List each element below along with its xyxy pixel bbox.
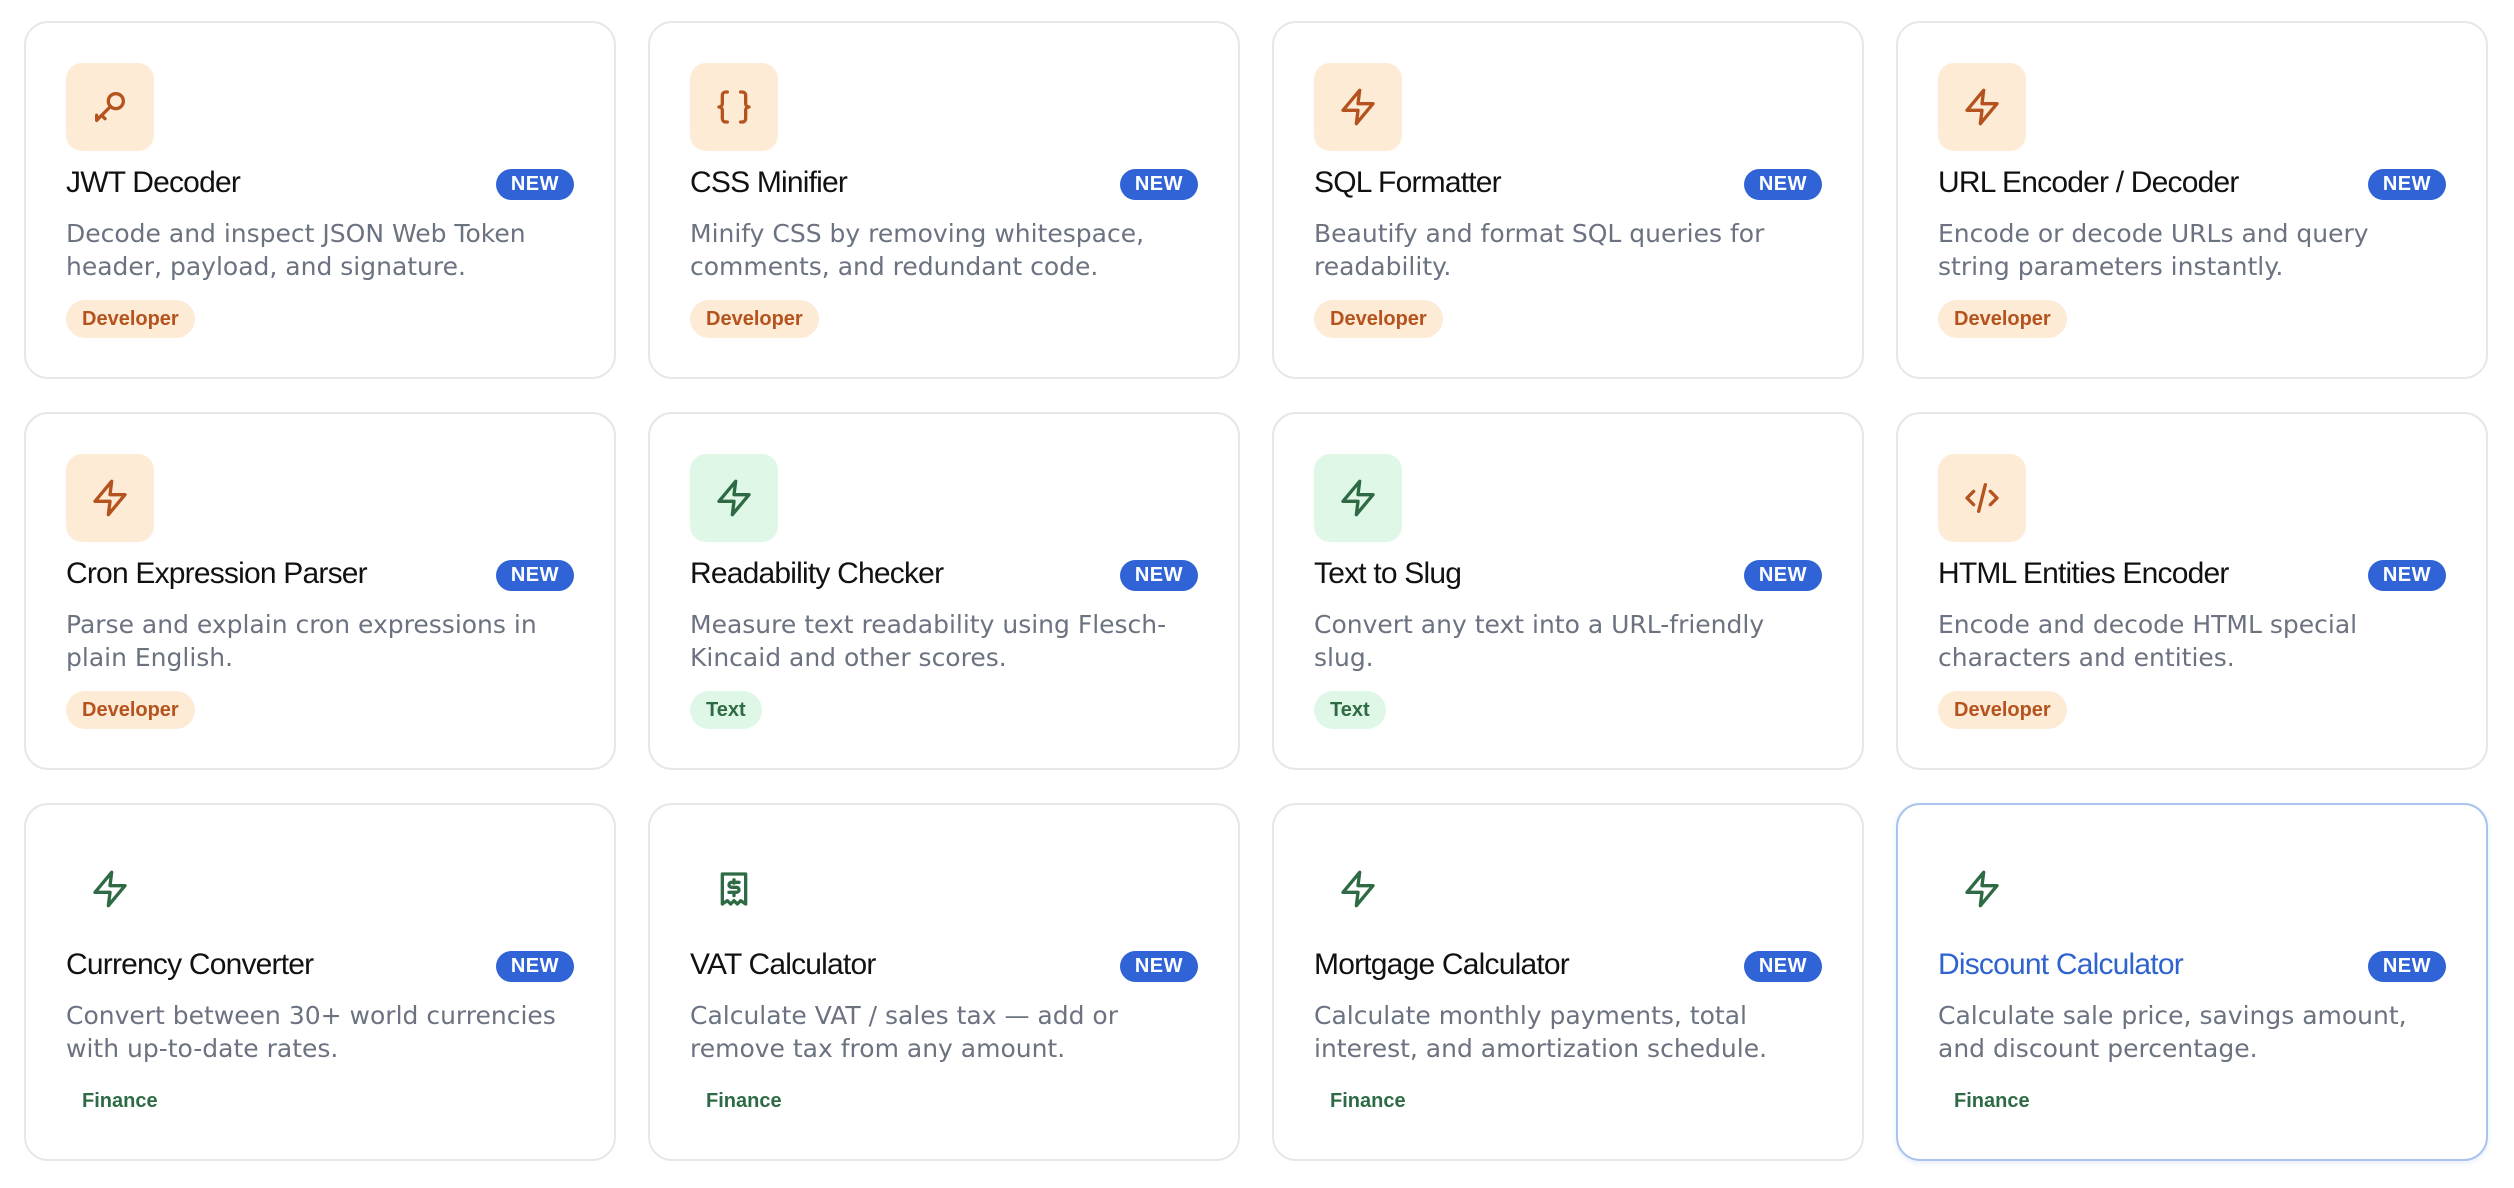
key-icon bbox=[66, 63, 154, 151]
new-badge: NEW bbox=[1743, 560, 1822, 591]
tool-description: Measure text readability using Flesch-Ki… bbox=[690, 610, 1167, 672]
tool-card-discount-calculator[interactable]: Discount Calculator NEW Calculate sale p… bbox=[1896, 803, 2488, 1161]
tool-card-mortgage-calculator[interactable]: Mortgage Calculator NEW Calculate monthl… bbox=[1272, 803, 1864, 1161]
lightning-icon bbox=[1314, 63, 1402, 151]
tool-card-vat-calculator[interactable]: VAT Calculator NEW Calculate VAT / sales… bbox=[648, 803, 1240, 1161]
tool-card-text-to-slug[interactable]: Text to Slug NEW Convert any text into a… bbox=[1272, 412, 1864, 770]
tool-title: Readability Checker bbox=[690, 557, 944, 590]
tool-title: Discount Calculator bbox=[1938, 948, 2184, 981]
tool-card-css-minifier[interactable]: CSS Minifier NEW Minify CSS by removing … bbox=[648, 21, 1240, 379]
code-icon bbox=[1938, 454, 2026, 542]
tool-description: Encode or decode URLs and query string p… bbox=[1938, 219, 2369, 281]
category-tag: Developer bbox=[690, 300, 819, 338]
category-tag: Developer bbox=[1938, 691, 2067, 729]
tool-card-html-entities[interactable]: HTML Entities Encoder NEW Encode and dec… bbox=[1896, 412, 2488, 770]
receipt-dollar-icon bbox=[690, 845, 778, 933]
tool-card-cron-parser[interactable]: Cron Expression Parser NEW Parse and exp… bbox=[24, 412, 616, 770]
lightning-icon bbox=[1314, 454, 1402, 542]
tool-title: CSS Minifier bbox=[690, 166, 848, 199]
tool-description: Calculate monthly payments, total intere… bbox=[1314, 1001, 1768, 1063]
lightning-icon bbox=[1314, 845, 1402, 933]
tool-card-currency-converter[interactable]: Currency Converter NEW Convert between 3… bbox=[24, 803, 616, 1161]
tool-description: Convert between 30+ world currencies wit… bbox=[66, 1001, 556, 1063]
tool-card-sql-formatter[interactable]: SQL Formatter NEW Beautify and format SQ… bbox=[1272, 21, 1864, 379]
category-tag: Text bbox=[690, 691, 762, 729]
lightning-icon bbox=[66, 845, 154, 933]
new-badge: NEW bbox=[1119, 169, 1198, 200]
new-badge: NEW bbox=[495, 951, 574, 982]
new-badge: NEW bbox=[2367, 169, 2446, 200]
tool-title: VAT Calculator bbox=[690, 948, 876, 981]
tool-description: Parse and explain cron expressions in pl… bbox=[66, 610, 537, 672]
category-tag: Developer bbox=[1938, 300, 2067, 338]
category-tag: Finance bbox=[1330, 1090, 1406, 1112]
category-tag: Finance bbox=[1954, 1090, 2030, 1112]
tool-description: Beautify and format SQL queries for read… bbox=[1314, 219, 1765, 281]
category-tag: Finance bbox=[82, 1090, 158, 1112]
new-badge: NEW bbox=[1119, 951, 1198, 982]
new-badge: NEW bbox=[1743, 951, 1822, 982]
new-badge: NEW bbox=[2367, 560, 2446, 591]
category-tag: Developer bbox=[1314, 300, 1443, 338]
new-badge: NEW bbox=[2367, 951, 2446, 982]
category-tag: Text bbox=[1314, 691, 1386, 729]
tool-title: HTML Entities Encoder bbox=[1938, 557, 2229, 590]
tool-card-readability-checker[interactable]: Readability Checker NEW Measure text rea… bbox=[648, 412, 1240, 770]
tool-title: Cron Expression Parser bbox=[66, 557, 368, 590]
tool-title: Currency Converter bbox=[66, 948, 314, 981]
category-tag: Developer bbox=[66, 691, 195, 729]
tool-description: Calculate VAT / sales tax — add or remov… bbox=[690, 1001, 1118, 1063]
new-badge: NEW bbox=[1119, 560, 1198, 591]
category-tag: Finance bbox=[706, 1090, 782, 1112]
lightning-icon bbox=[1938, 845, 2026, 933]
tool-description: Calculate sale price, savings amount, an… bbox=[1938, 1001, 2407, 1063]
tool-title: Text to Slug bbox=[1314, 557, 1462, 590]
tool-title: Mortgage Calculator bbox=[1314, 948, 1570, 981]
braces-icon bbox=[690, 63, 778, 151]
tool-title: JWT Decoder bbox=[66, 166, 241, 199]
new-badge: NEW bbox=[495, 560, 574, 591]
tool-title: URL Encoder / Decoder bbox=[1938, 166, 2239, 199]
category-tag: Developer bbox=[66, 300, 195, 338]
tool-description: Decode and inspect JSON Web Token header… bbox=[66, 219, 526, 281]
tool-description: Minify CSS by removing whitespace, comme… bbox=[690, 219, 1145, 281]
lightning-icon bbox=[66, 454, 154, 542]
tools-grid: JWT Decoder NEW Decode and inspect JSON … bbox=[24, 21, 2488, 1161]
new-badge: NEW bbox=[495, 169, 574, 200]
tool-description: Encode and decode HTML special character… bbox=[1938, 610, 2358, 672]
tool-description: Convert any text into a URL-friendly slu… bbox=[1314, 610, 1765, 672]
tool-card-jwt-decoder[interactable]: JWT Decoder NEW Decode and inspect JSON … bbox=[24, 21, 616, 379]
lightning-icon bbox=[690, 454, 778, 542]
tool-card-url-encoder[interactable]: URL Encoder / Decoder NEW Encode or deco… bbox=[1896, 21, 2488, 379]
lightning-icon bbox=[1938, 63, 2026, 151]
new-badge: NEW bbox=[1743, 169, 1822, 200]
tool-title: SQL Formatter bbox=[1314, 166, 1502, 199]
